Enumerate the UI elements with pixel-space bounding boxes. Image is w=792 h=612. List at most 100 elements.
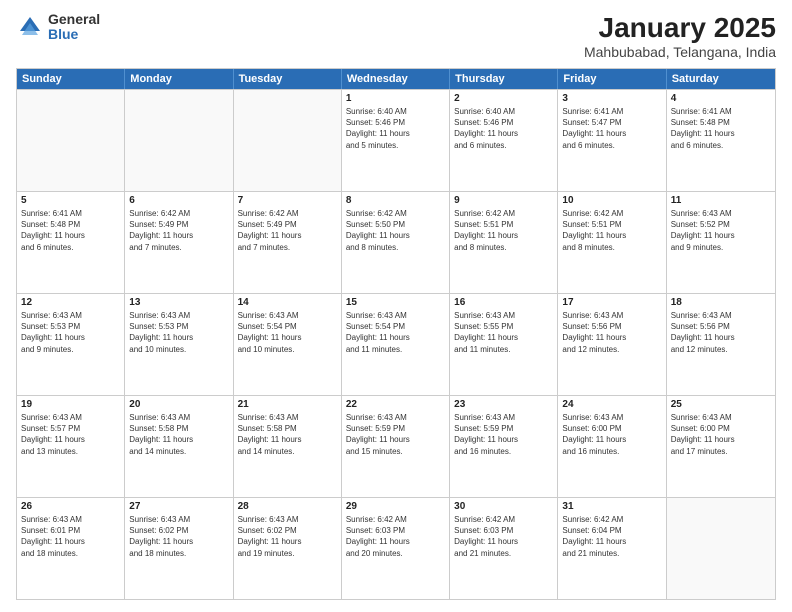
day-number: 16	[454, 297, 553, 308]
day-number: 30	[454, 501, 553, 512]
cell-info-line: Sunset: 6:03 PM	[346, 525, 445, 536]
day-number: 2	[454, 93, 553, 104]
cell-info-line: Daylight: 11 hours	[346, 128, 445, 139]
cell-info-line: Sunset: 5:55 PM	[454, 321, 553, 332]
day-cell-22: 22Sunrise: 6:43 AMSunset: 5:59 PMDayligh…	[342, 396, 450, 497]
cell-info-line: and 10 minutes.	[238, 344, 337, 355]
day-number: 20	[129, 399, 228, 410]
cell-info-line: Sunset: 5:59 PM	[454, 423, 553, 434]
cell-info-line: Sunrise: 6:42 AM	[346, 514, 445, 525]
cell-info-line: Daylight: 11 hours	[671, 230, 771, 241]
cell-info-line: Sunset: 5:53 PM	[21, 321, 120, 332]
cell-info-line: and 9 minutes.	[671, 242, 771, 253]
cell-info-line: Daylight: 11 hours	[346, 332, 445, 343]
cell-info-line: Sunrise: 6:40 AM	[454, 106, 553, 117]
col-header-wednesday: Wednesday	[342, 69, 450, 89]
cell-info-line: and 13 minutes.	[21, 446, 120, 457]
day-number: 17	[562, 297, 661, 308]
day-cell-1: 1Sunrise: 6:40 AMSunset: 5:46 PMDaylight…	[342, 90, 450, 191]
cell-info-line: Sunset: 5:51 PM	[562, 219, 661, 230]
cell-info-line: and 11 minutes.	[454, 344, 553, 355]
cell-info-line: Daylight: 11 hours	[129, 434, 228, 445]
day-number: 18	[671, 297, 771, 308]
day-cell-12: 12Sunrise: 6:43 AMSunset: 5:53 PMDayligh…	[17, 294, 125, 395]
cell-info-line: Sunrise: 6:43 AM	[671, 412, 771, 423]
day-number: 28	[238, 501, 337, 512]
calendar-body: 1Sunrise: 6:40 AMSunset: 5:46 PMDaylight…	[17, 89, 775, 599]
day-cell-19: 19Sunrise: 6:43 AMSunset: 5:57 PMDayligh…	[17, 396, 125, 497]
day-number: 23	[454, 399, 553, 410]
day-number: 19	[21, 399, 120, 410]
cell-info-line: and 11 minutes.	[346, 344, 445, 355]
cell-info-line: Daylight: 11 hours	[562, 434, 661, 445]
cell-info-line: Sunrise: 6:43 AM	[21, 412, 120, 423]
cell-info-line: Sunrise: 6:41 AM	[562, 106, 661, 117]
logo-general: General	[48, 12, 100, 27]
day-number: 29	[346, 501, 445, 512]
cell-info-line: and 18 minutes.	[129, 548, 228, 559]
day-number: 9	[454, 195, 553, 206]
cell-info-line: Sunrise: 6:43 AM	[346, 310, 445, 321]
day-cell-30: 30Sunrise: 6:42 AMSunset: 6:03 PMDayligh…	[450, 498, 558, 599]
day-cell-13: 13Sunrise: 6:43 AMSunset: 5:53 PMDayligh…	[125, 294, 233, 395]
cell-info-line: and 5 minutes.	[346, 140, 445, 151]
cell-info-line: Sunrise: 6:43 AM	[562, 310, 661, 321]
cell-info-line: and 16 minutes.	[454, 446, 553, 457]
cell-info-line: Sunrise: 6:42 AM	[346, 208, 445, 219]
cell-info-line: Sunrise: 6:43 AM	[454, 310, 553, 321]
day-cell-20: 20Sunrise: 6:43 AMSunset: 5:58 PMDayligh…	[125, 396, 233, 497]
cell-info-line: Daylight: 11 hours	[454, 230, 553, 241]
day-number: 31	[562, 501, 661, 512]
day-number: 11	[671, 195, 771, 206]
day-number: 15	[346, 297, 445, 308]
col-header-tuesday: Tuesday	[234, 69, 342, 89]
cell-info-line: Sunset: 5:48 PM	[671, 117, 771, 128]
cell-info-line: Daylight: 11 hours	[346, 536, 445, 547]
cell-info-line: Sunset: 6:00 PM	[562, 423, 661, 434]
cell-info-line: and 6 minutes.	[21, 242, 120, 253]
empty-cell	[234, 90, 342, 191]
cell-info-line: Sunset: 5:51 PM	[454, 219, 553, 230]
cell-info-line: and 17 minutes.	[671, 446, 771, 457]
cell-info-line: Sunrise: 6:43 AM	[671, 310, 771, 321]
logo-text: General Blue	[48, 12, 100, 43]
cell-info-line: Daylight: 11 hours	[454, 128, 553, 139]
cell-info-line: and 12 minutes.	[671, 344, 771, 355]
cell-info-line: Daylight: 11 hours	[346, 230, 445, 241]
day-cell-5: 5Sunrise: 6:41 AMSunset: 5:48 PMDaylight…	[17, 192, 125, 293]
day-cell-31: 31Sunrise: 6:42 AMSunset: 6:04 PMDayligh…	[558, 498, 666, 599]
cell-info-line: Daylight: 11 hours	[21, 230, 120, 241]
day-cell-14: 14Sunrise: 6:43 AMSunset: 5:54 PMDayligh…	[234, 294, 342, 395]
cell-info-line: and 6 minutes.	[671, 140, 771, 151]
cell-info-line: Sunrise: 6:43 AM	[238, 310, 337, 321]
day-cell-7: 7Sunrise: 6:42 AMSunset: 5:49 PMDaylight…	[234, 192, 342, 293]
header: General Blue January 2025 Mahbubabad, Te…	[16, 12, 776, 60]
cell-info-line: Daylight: 11 hours	[21, 536, 120, 547]
day-cell-25: 25Sunrise: 6:43 AMSunset: 6:00 PMDayligh…	[667, 396, 775, 497]
cell-info-line: Daylight: 11 hours	[562, 128, 661, 139]
cell-info-line: Sunset: 5:57 PM	[21, 423, 120, 434]
day-cell-26: 26Sunrise: 6:43 AMSunset: 6:01 PMDayligh…	[17, 498, 125, 599]
cell-info-line: Sunset: 5:52 PM	[671, 219, 771, 230]
day-cell-21: 21Sunrise: 6:43 AMSunset: 5:58 PMDayligh…	[234, 396, 342, 497]
day-cell-3: 3Sunrise: 6:41 AMSunset: 5:47 PMDaylight…	[558, 90, 666, 191]
cell-info-line: Daylight: 11 hours	[238, 230, 337, 241]
day-number: 24	[562, 399, 661, 410]
day-number: 26	[21, 501, 120, 512]
cell-info-line: Daylight: 11 hours	[671, 332, 771, 343]
day-cell-17: 17Sunrise: 6:43 AMSunset: 5:56 PMDayligh…	[558, 294, 666, 395]
cell-info-line: Sunrise: 6:43 AM	[21, 310, 120, 321]
cell-info-line: Sunrise: 6:43 AM	[346, 412, 445, 423]
cell-info-line: Sunrise: 6:43 AM	[454, 412, 553, 423]
day-cell-23: 23Sunrise: 6:43 AMSunset: 5:59 PMDayligh…	[450, 396, 558, 497]
day-number: 25	[671, 399, 771, 410]
week-row-2: 5Sunrise: 6:41 AMSunset: 5:48 PMDaylight…	[17, 191, 775, 293]
cell-info-line: Sunrise: 6:43 AM	[129, 514, 228, 525]
day-number: 8	[346, 195, 445, 206]
empty-cell	[17, 90, 125, 191]
cell-info-line: Sunset: 6:02 PM	[238, 525, 337, 536]
cell-info-line: Sunset: 6:03 PM	[454, 525, 553, 536]
cell-info-line: Sunset: 5:49 PM	[129, 219, 228, 230]
cell-info-line: Sunrise: 6:40 AM	[346, 106, 445, 117]
cell-info-line: Daylight: 11 hours	[238, 332, 337, 343]
